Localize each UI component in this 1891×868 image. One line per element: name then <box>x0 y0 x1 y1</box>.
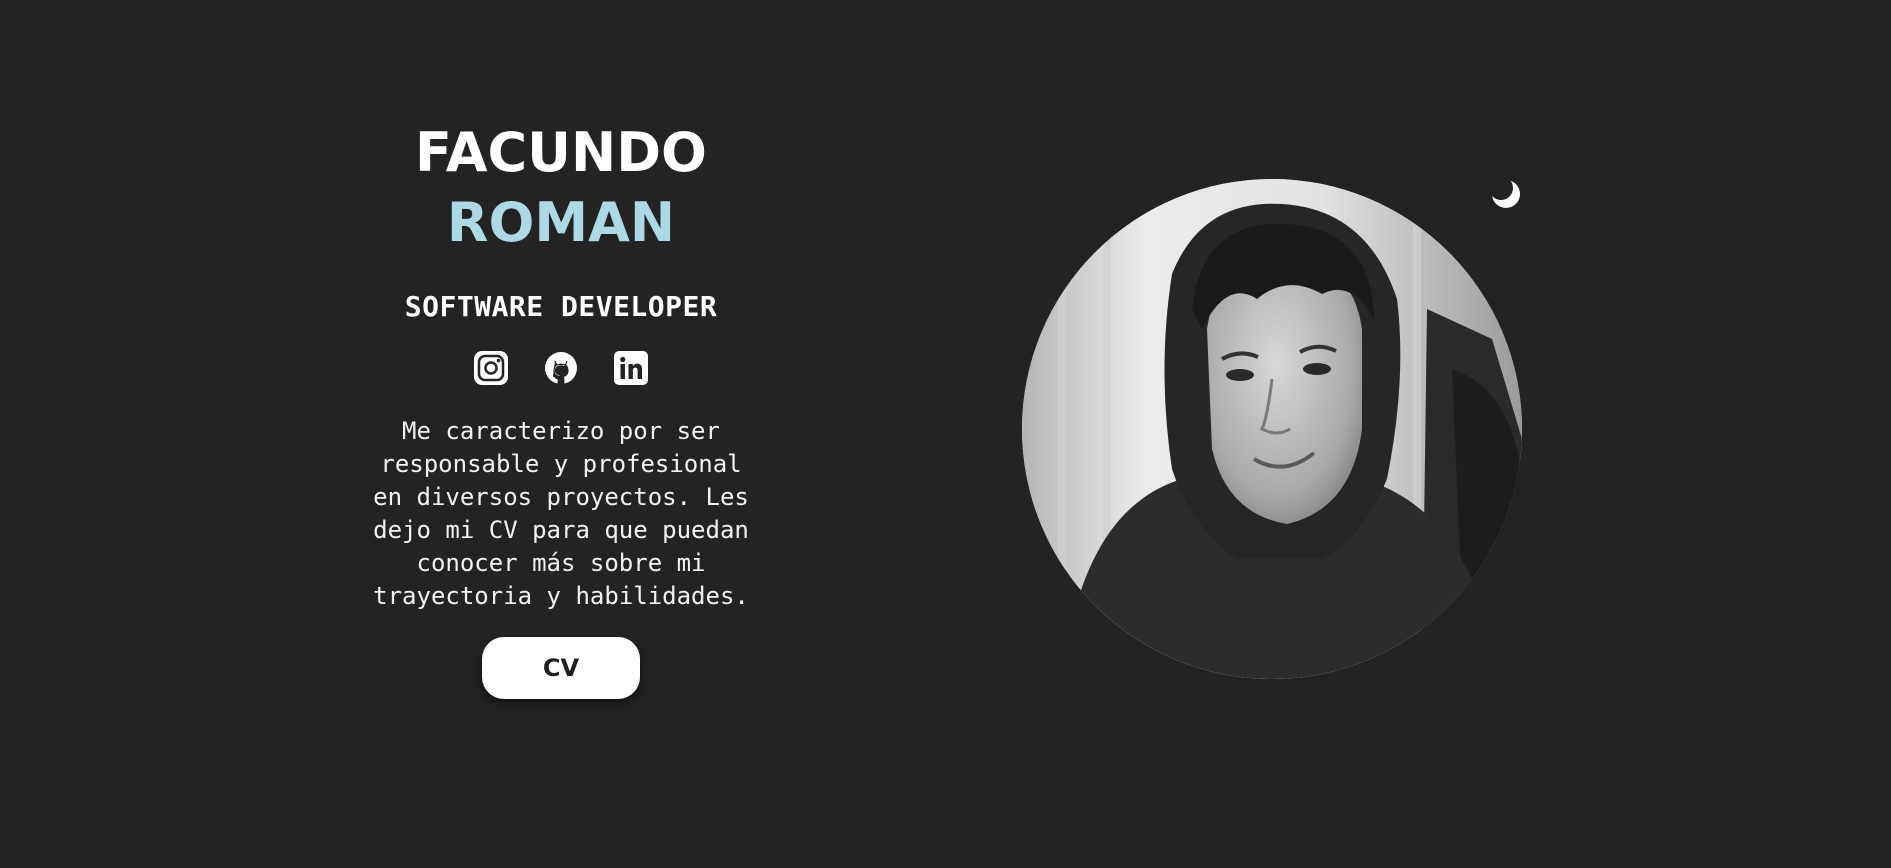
theme-toggle[interactable] <box>1490 178 1522 210</box>
cv-button[interactable]: CV <box>482 637 640 699</box>
profile-photo <box>1022 179 1522 679</box>
instagram-link[interactable] <box>474 351 508 385</box>
social-links <box>361 351 761 385</box>
first-name: FACUNDO <box>415 121 707 184</box>
last-name: ROMAN <box>446 191 676 254</box>
bio-text: Me caracterizo por ser responsable y pro… <box>373 417 749 610</box>
instagram-icon <box>474 351 508 385</box>
profile-photo-illustration <box>1022 179 1522 679</box>
hero-name: FACUNDO ROMAN <box>361 118 761 258</box>
github-link[interactable] <box>544 351 578 385</box>
hero-intro: FACUNDO ROMAN SOFTWARE DEVELOPER Me cara… <box>361 118 761 699</box>
github-icon <box>545 352 577 385</box>
job-title: SOFTWARE DEVELOPER <box>404 290 718 323</box>
linkedin-icon <box>614 351 648 385</box>
moon-icon <box>1490 178 1520 208</box>
linkedin-link[interactable] <box>614 351 648 385</box>
